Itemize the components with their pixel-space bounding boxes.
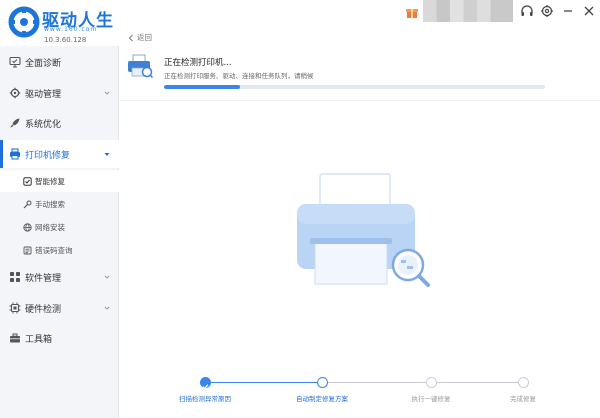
sidebar-item-toolbox[interactable]: 工具箱: [0, 324, 119, 352]
step-1-label: 扫描检测异常原因: [179, 395, 231, 403]
sidebar-item-label: 全面诊断: [25, 58, 62, 69]
chevron-left-icon: [128, 34, 133, 41]
step-4-label: 完成修复: [510, 395, 536, 403]
step-4-pending-icon: [518, 377, 529, 388]
chevron-down-icon: [104, 306, 110, 310]
step-2-current-icon: [317, 377, 328, 388]
divider: [120, 100, 600, 101]
sidebar-item-label: 打印机修复: [25, 150, 71, 161]
wrench-icon: [23, 200, 32, 209]
sidebar-subitem-network-install[interactable]: 网络安装: [0, 216, 119, 238]
detection-progress-bar: [164, 85, 545, 89]
sidebar-subitem-label: 错误码查询: [35, 245, 73, 255]
sidebar-item-label: 驱动管理: [25, 89, 62, 100]
chip-icon: [9, 302, 21, 314]
close-icon[interactable]: [582, 4, 596, 18]
back-label: 返回: [137, 33, 152, 42]
sidebar-item-driver[interactable]: 驱动管理: [0, 79, 119, 107]
globe-icon: [23, 222, 32, 232]
gift-icon[interactable]: [405, 5, 419, 19]
headset-icon[interactable]: [520, 4, 534, 18]
gear-icon: [9, 87, 21, 99]
sidebar-item-printer-repair[interactable]: 打印机修复: [0, 140, 119, 168]
step-1-done-icon: [200, 377, 211, 390]
app-version: 10.3.60.128: [44, 36, 87, 44]
step-3-label: 执行一键修复: [411, 395, 451, 403]
app-url: www.160.com: [44, 26, 98, 33]
monitor-check-icon: [9, 56, 21, 68]
sidebar-subitem-label: 智能修复: [35, 176, 65, 186]
active-indicator: [0, 140, 3, 168]
apps-icon: [9, 271, 21, 283]
step-connector-pending: [322, 382, 520, 383]
sidebar-item-optimize[interactable]: 系统优化: [0, 109, 119, 137]
rocket-icon: [9, 117, 21, 129]
main-panel: 返回 正在检测打印机... 正在检测打印服务、驱动、连接和任务队列，请稍候 扫描…: [120, 28, 600, 418]
sidebar-item-label: 工具箱: [25, 334, 53, 345]
user-avatar[interactable]: [423, 0, 513, 22]
sidebar-subitem-manual-search[interactable]: 手动搜索: [0, 193, 119, 215]
sidebar-item-hardware[interactable]: 硬件检测: [0, 294, 119, 322]
app-logo-icon: [8, 6, 40, 38]
status-description: 正在检测打印服务、驱动、连接和任务队列，请稍候: [164, 72, 314, 80]
step-3-pending-icon: [426, 377, 437, 388]
printer-icon: [9, 148, 21, 160]
sidebar-item-diagnose[interactable]: 全面诊断: [0, 48, 119, 76]
settings-icon[interactable]: [540, 4, 554, 18]
minimize-icon[interactable]: [561, 4, 575, 18]
step-2-label: 自动制定修复方案: [296, 395, 348, 403]
printer-illustration-icon: [297, 173, 430, 287]
toolbox-icon: [9, 332, 21, 344]
sidebar-subitem-error-code[interactable]: 错误码查询: [0, 239, 119, 261]
chevron-down-icon: [104, 153, 110, 156]
back-button[interactable]: 返回: [128, 32, 152, 43]
sidebar-subitem-label: 网络安装: [35, 222, 65, 232]
sidebar-subitem-smart-repair[interactable]: 智能修复: [0, 170, 119, 192]
sidebar-item-label: 系统优化: [25, 119, 62, 130]
chevron-down-icon: [104, 275, 110, 279]
sidebar-subitem-label: 手动搜索: [35, 199, 65, 209]
sidebar-item-label: 软件管理: [25, 273, 62, 284]
sidebar-item-label: 硬件检测: [25, 304, 62, 315]
sidebar: 全面诊断 驱动管理 系统优化 打印机修复 智能修复 手动搜索 网络安装 错误码查…: [0, 46, 119, 418]
step-connector-done: [205, 382, 322, 383]
sidebar-item-software[interactable]: 软件管理: [0, 263, 119, 291]
status-title: 正在检测打印机...: [164, 58, 232, 68]
chevron-down-icon: [104, 91, 110, 95]
printer-status-icon: [128, 54, 153, 78]
progress-fill: [164, 85, 241, 89]
error-code-icon: [23, 246, 32, 255]
smart-repair-icon: [23, 176, 32, 186]
